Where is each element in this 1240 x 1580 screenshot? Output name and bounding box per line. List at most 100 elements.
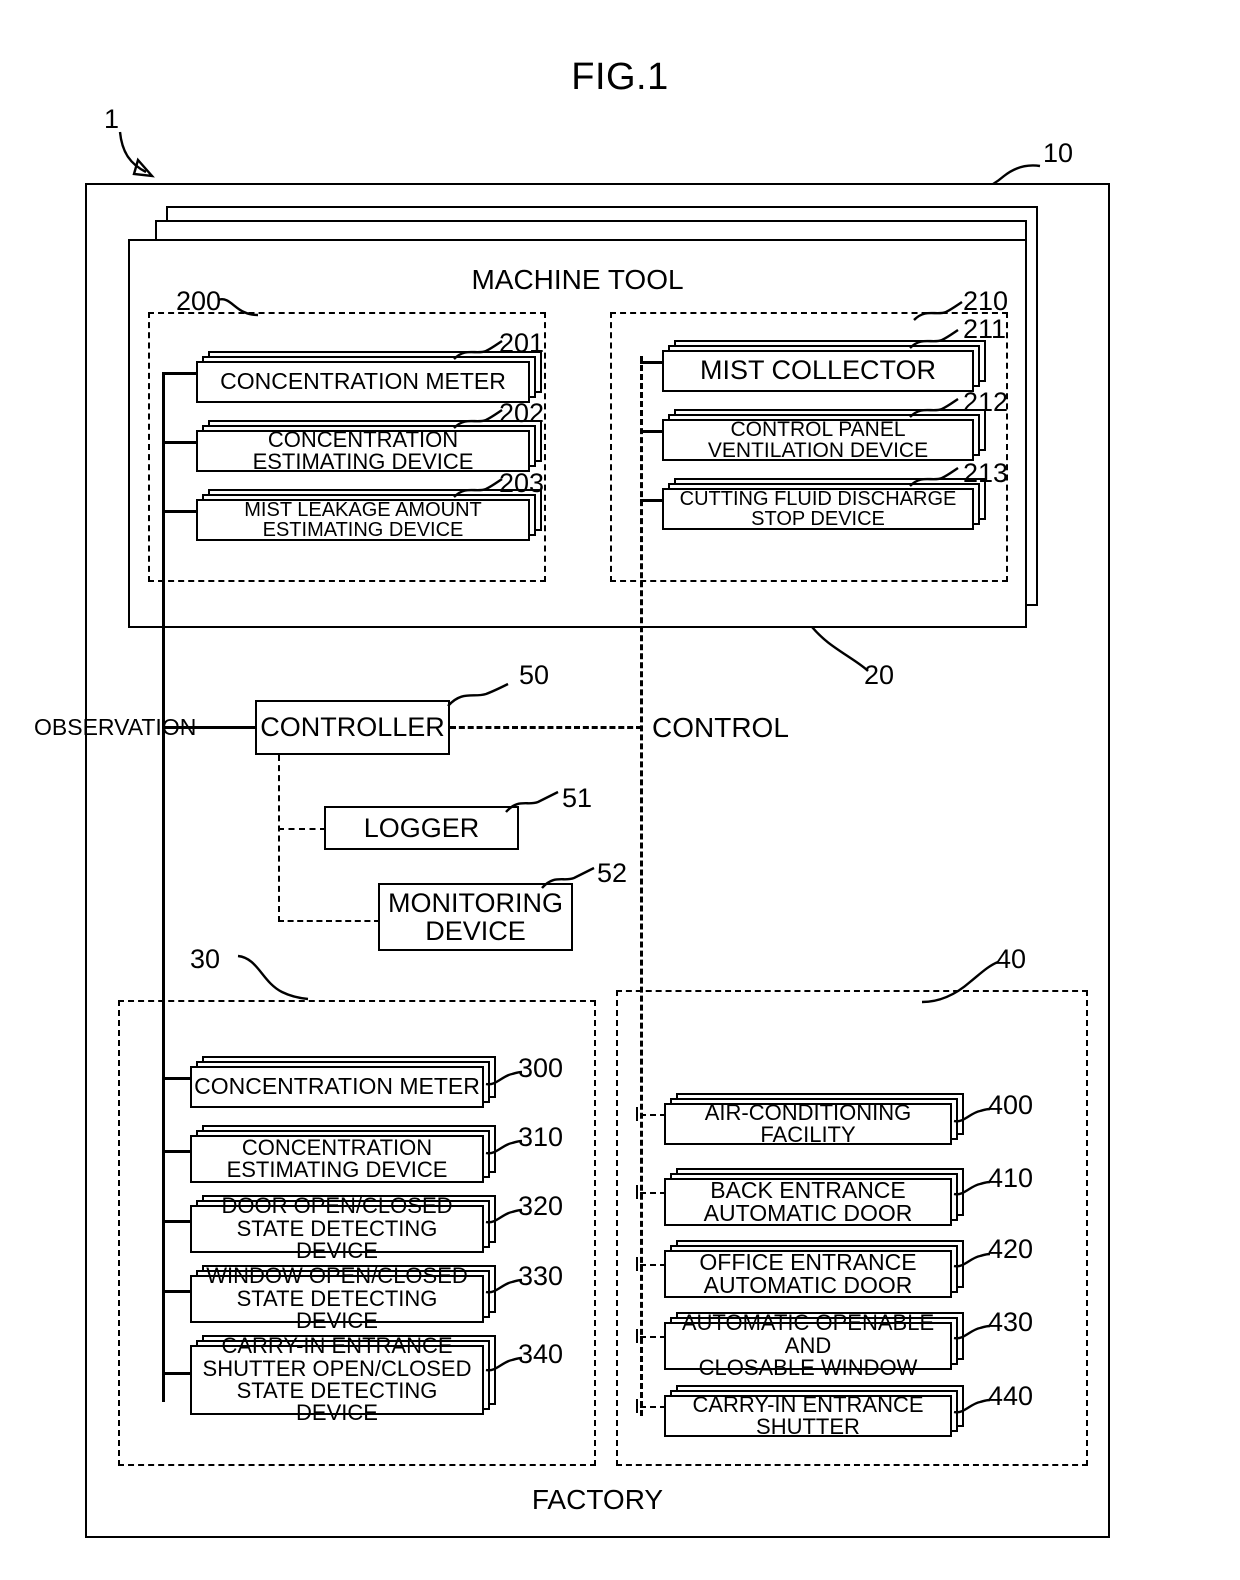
device-label-430-line1: AUTOMATIC OPENABLE AND [681,1310,935,1358]
stub-213 [640,499,664,502]
leader-30 [237,954,309,1001]
stub-320 [162,1220,192,1223]
device-label-310-line2: ESTIMATING DEVICE [226,1157,448,1182]
stub-410 [640,1192,666,1194]
leader-212 [909,398,959,418]
link-controller-control-bus [450,726,642,729]
device-label-420-line2: AUTOMATIC DOOR [703,1272,913,1298]
leader-51 [505,790,559,813]
bus-tick-420 [636,1257,638,1271]
device-label-340: CARRY-IN ENTRANCE SHUTTER OPEN/CLOSED ST… [190,1334,484,1424]
device-label-212: CONTROL PANEL VENTILATION DEVICE [707,417,929,462]
stub-310 [162,1150,192,1153]
device-label-310-line1: CONCENTRATION [241,1134,433,1160]
device-label-320-line2: STATE DETECTING DEVICE [236,1215,438,1264]
factory-label: FACTORY [531,1484,664,1515]
link-controller-logger-monitoring-riser [278,755,280,922]
stub-400 [640,1114,666,1116]
leader-420 [953,1252,991,1268]
device-label-211: MIST COLLECTOR [699,355,937,386]
leader-50 [447,682,509,707]
ref-numeral-203: 203 [499,468,545,498]
monitoring-device-box[interactable]: MONITORING DEVICE [378,883,573,951]
device-label-330-line2: STATE DETECTING DEVICE [236,1285,438,1334]
device-label-203: MIST LEAKAGE AMOUNT ESTIMATING DEVICE [244,498,482,541]
ref-numeral-30: 30 [190,944,221,974]
stub-201 [162,372,198,375]
ref-numeral-320: 320 [518,1191,564,1221]
stub-202 [162,441,198,444]
link-observation-controller [162,726,257,729]
device-label-430-line2: CLOSABLE WINDOW [698,1355,918,1381]
leader-211 [909,329,959,349]
ref-numeral-51: 51 [562,783,593,813]
ref-numeral-200: 200 [176,286,222,316]
device-label-400: AIR-CONDITIONING FACILITY [704,1099,912,1147]
ref-numeral-machine-tool-20: 20 [864,660,895,690]
figure-title: FIG.1 [571,56,669,98]
device-label-420: OFFICE ENTRANCE AUTOMATIC DOOR [664,1250,952,1298]
ref-numeral-211: 211 [963,314,1007,344]
device-label-420-line1: OFFICE ENTRANCE [699,1248,917,1275]
monitoring-device-line1: MONITORING [388,887,563,918]
device-label-330-line1: WINDOW OPEN/CLOSED [206,1263,468,1289]
ref-numeral-430: 430 [988,1307,1034,1337]
device-label-410-line2: AUTOMATIC DOOR [703,1200,913,1226]
device-label-213: CUTTING FLUID DISCHARGE STOP DEVICE [679,487,957,530]
patent-figure-page: FIG.1 1 10 FACTORY MACHINE TOOL 20 200 C… [0,0,1240,1580]
stub-440 [640,1406,666,1408]
ref-numeral-212: 212 [963,387,1009,417]
ref-numeral-410: 410 [988,1163,1034,1193]
device-label-310: CONCENTRATION ESTIMATING DEVICE [190,1135,484,1183]
device-label-340-line2: SHUTTER OPEN/CLOSED [202,1355,472,1381]
stub-420 [640,1264,666,1266]
device-label-340-line1: CARRY-IN ENTRANCE [221,1333,453,1359]
ref-numeral-310: 310 [518,1122,564,1152]
leader-213 [909,467,959,487]
leader-52 [541,866,595,889]
leader-410 [953,1180,991,1196]
stub-212 [640,430,664,433]
machine-tool-label: MACHINE TOOL [471,264,684,295]
device-label-430: AUTOMATIC OPENABLE AND CLOSABLE WINDOW [664,1312,952,1380]
ref-numeral-40: 40 [996,944,1027,974]
device-label-300: CONCENTRATION METER [194,1073,480,1100]
device-label-410: BACK ENTRANCE AUTOMATIC DOOR [664,1178,952,1226]
ref-numeral-201: 201 [499,328,545,358]
bus-tick-430 [636,1329,638,1343]
ref-numeral-330: 330 [518,1261,564,1291]
link-monitoring-device [278,920,380,922]
device-label-440: CARRY-IN ENTRANCE SHUTTER [692,1391,924,1439]
device-label-330: WINDOW OPEN/CLOSED STATE DETECTING DEVIC… [190,1264,484,1332]
ref-numeral-52: 52 [597,858,628,888]
device-label-320: DOOR OPEN/CLOSED STATE DETECTING DEVICE [190,1194,484,1262]
stub-203 [162,510,198,513]
device-label-320-line1: DOOR OPEN/CLOSED [221,1193,453,1219]
controller-box[interactable]: CONTROLLER [255,700,450,755]
link-logger [278,828,326,830]
stub-340 [162,1372,192,1375]
bus-tick-440 [636,1399,638,1413]
leader-430 [953,1324,991,1340]
device-label-201: CONCENTRATION METER [220,368,506,395]
ref-numeral-340: 340 [518,1339,564,1369]
stub-300 [162,1077,192,1080]
device-label-340-line3: STATE DETECTING DEVICE [236,1378,438,1426]
ref-numeral-50: 50 [519,660,550,690]
stub-430 [640,1336,666,1338]
ref-numeral-213: 213 [963,458,1009,488]
logger-box[interactable]: LOGGER [324,806,519,850]
bus-tick-400 [636,1107,638,1121]
monitoring-device-line2: DEVICE [425,916,526,946]
bus-tick-410 [636,1185,638,1199]
control-label: CONTROL [652,712,789,743]
leader-arrow-system [118,131,155,178]
stub-330 [162,1290,192,1293]
leader-440 [953,1398,991,1414]
ref-numeral-300: 300 [518,1053,564,1083]
ref-numeral-420: 420 [988,1234,1034,1264]
leader-400 [953,1107,991,1123]
ref-numeral-440: 440 [988,1381,1034,1411]
ref-numeral-202: 202 [499,398,545,428]
stub-211 [640,361,664,364]
